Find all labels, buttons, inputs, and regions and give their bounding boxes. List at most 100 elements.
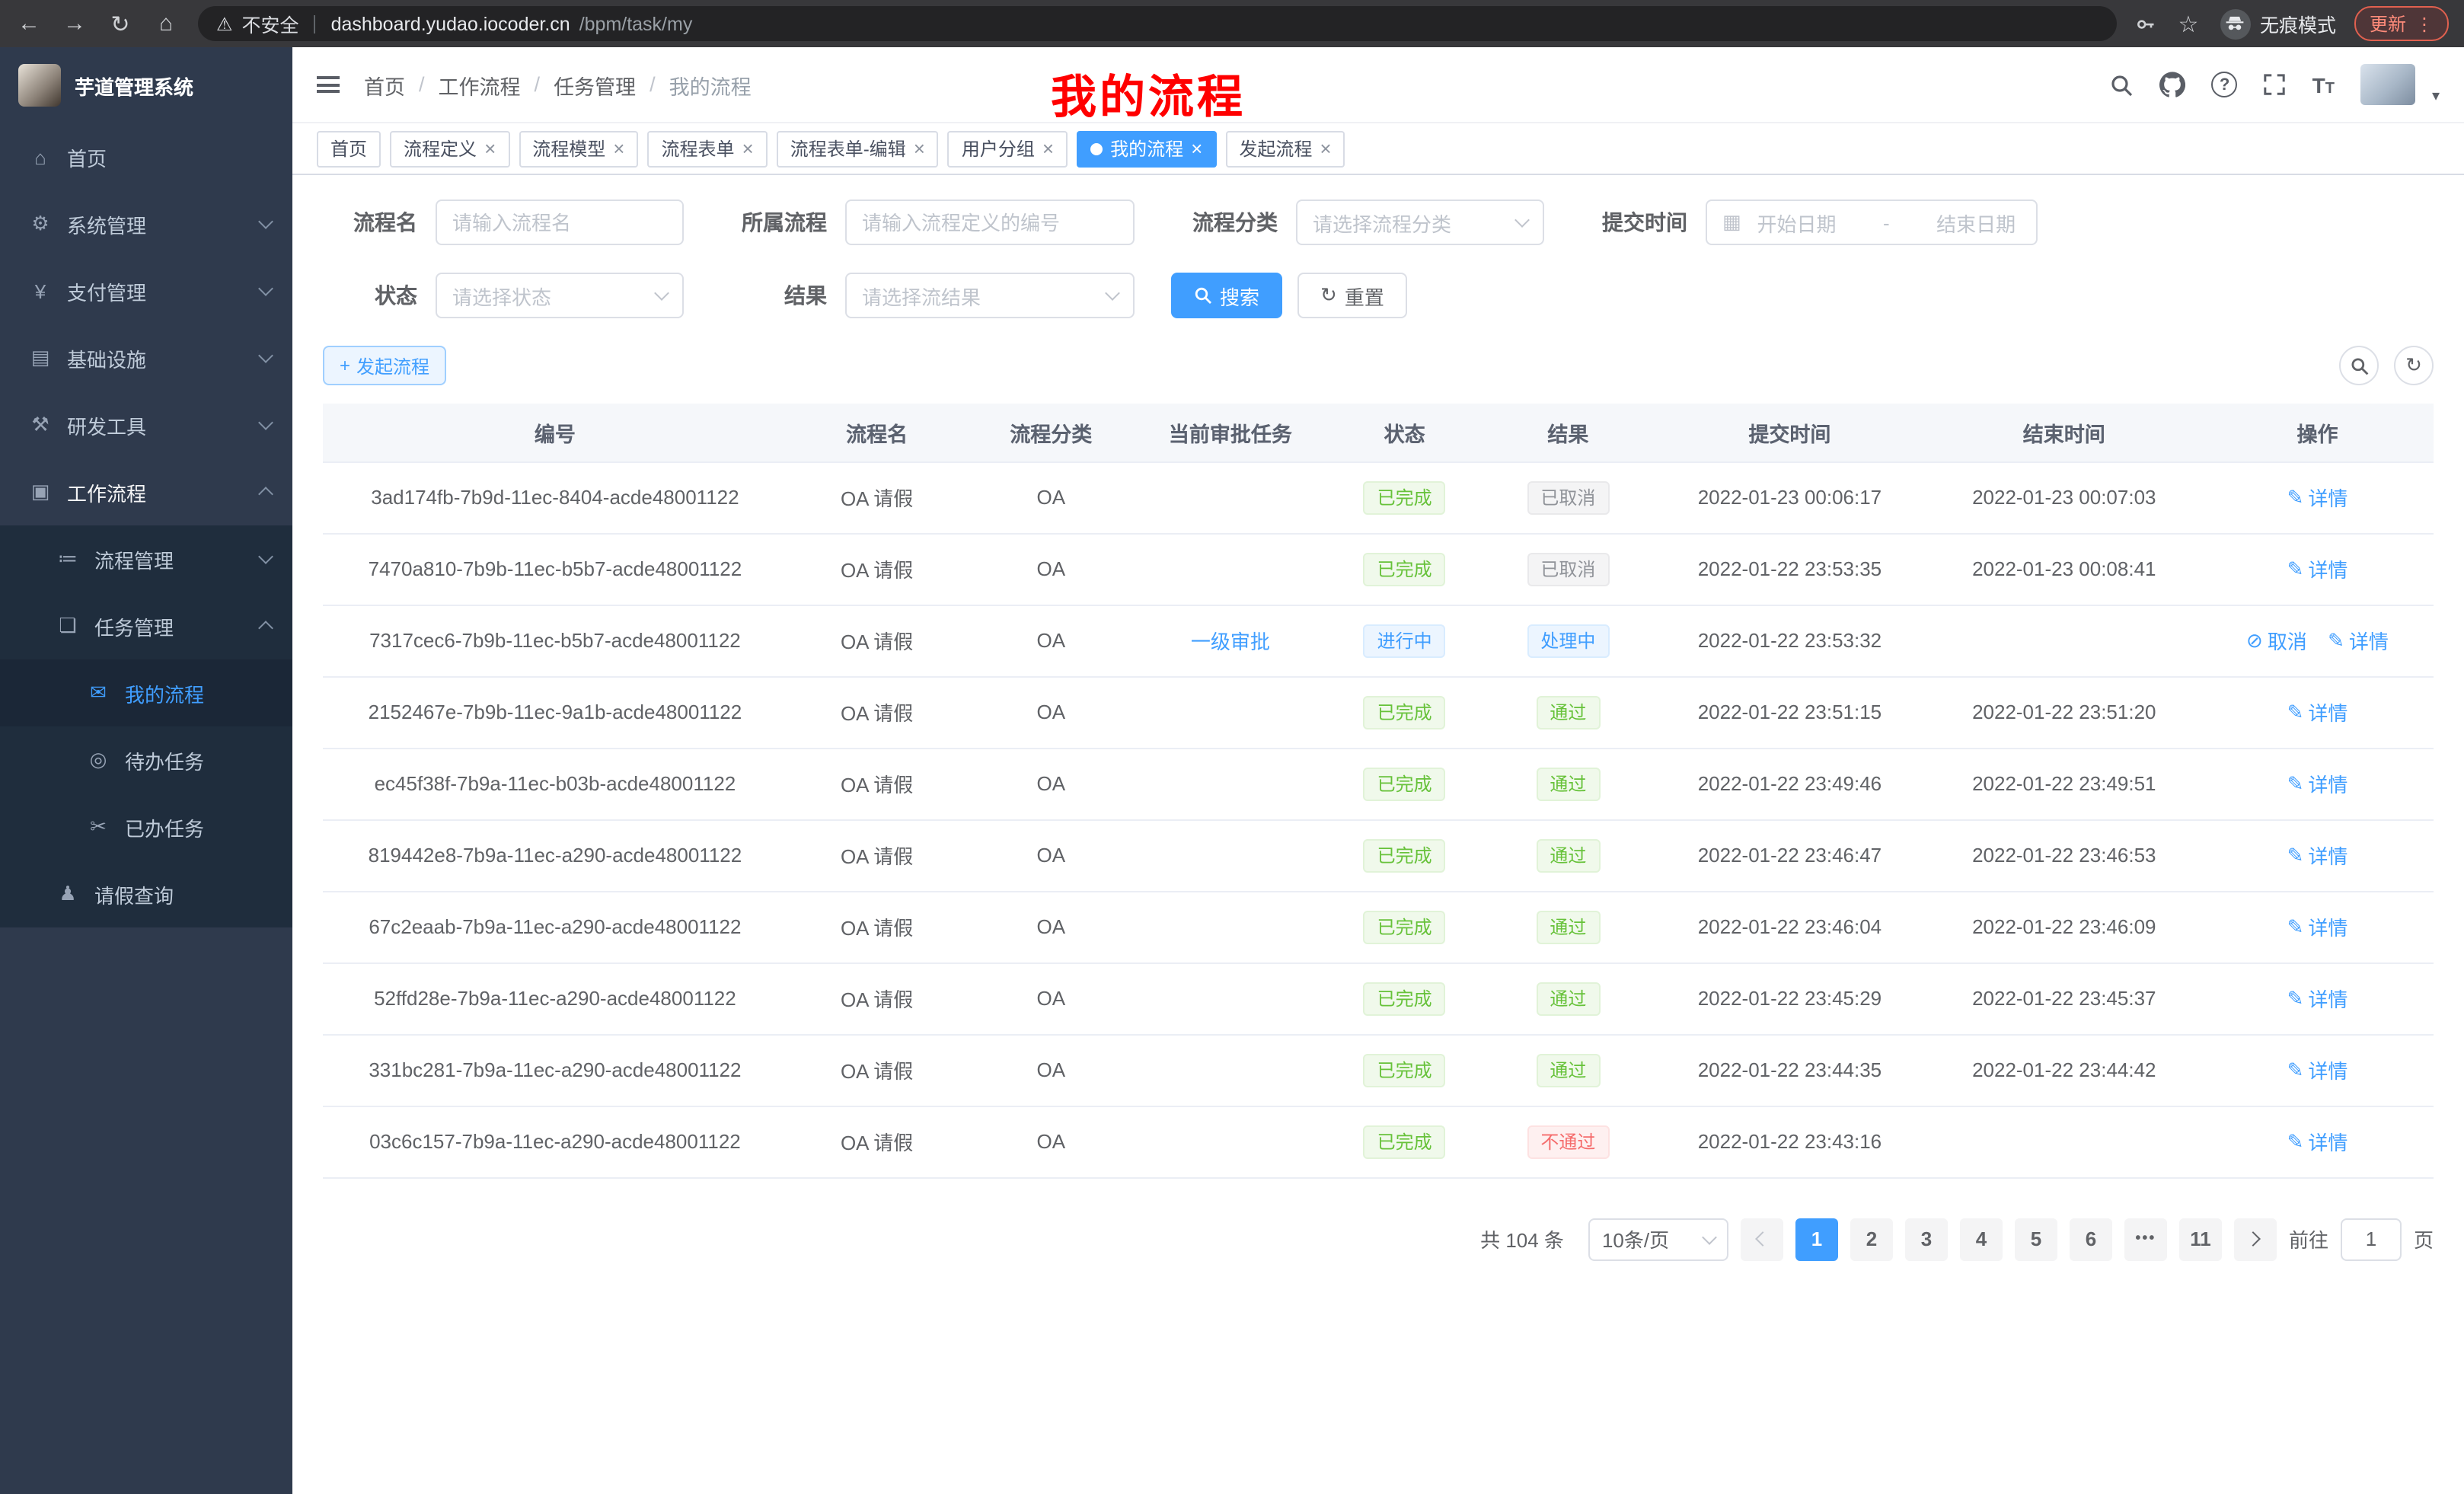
sidebar-item-done-tasks[interactable]: ✂ 已办任务 [0, 793, 292, 860]
detail-action[interactable]: ✎详情 [2287, 1055, 2348, 1084]
detail-action[interactable]: ✎详情 [2287, 769, 2348, 798]
sidebar-item-label: 支付管理 [67, 276, 146, 305]
start-date-placeholder[interactable]: 开始日期 [1752, 208, 1842, 237]
reset-button[interactable]: ↻ 重置 [1297, 273, 1407, 318]
sidebar-item-system-management[interactable]: ⚙ 系统管理 [0, 190, 292, 257]
forward-icon[interactable]: → [61, 11, 88, 37]
help-icon[interactable]: ? [2212, 72, 2238, 97]
sidebar-item-process-management[interactable]: ≔ 流程管理 [0, 525, 292, 592]
incognito-icon [2220, 8, 2251, 39]
kebab-menu-icon[interactable]: ⋮ [2415, 13, 2434, 34]
tab-process-definition[interactable]: 流程定义 × [390, 130, 509, 167]
goto-label: 前往 [2289, 1224, 2328, 1253]
detail-action[interactable]: ✎详情 [2287, 912, 2348, 941]
tab-start-process[interactable]: 发起流程 × [1225, 130, 1345, 167]
tab-my-process[interactable]: 我的流程 × [1077, 130, 1216, 167]
bookmark-star-icon[interactable]: ☆ [2175, 10, 2202, 37]
status-select[interactable]: 请选择状态 [436, 273, 684, 318]
tab-process-model[interactable]: 流程模型 × [519, 130, 638, 167]
prev-page-button[interactable] [1741, 1218, 1783, 1260]
page-button-2[interactable]: 2 [1850, 1218, 1893, 1260]
chevron-down-icon [1514, 212, 1530, 228]
page-button-3[interactable]: 3 [1905, 1218, 1948, 1260]
tab-process-form[interactable]: 流程表单 × [647, 130, 767, 167]
chevron-down-icon[interactable]: ▾ [2432, 88, 2440, 105]
sidebar-item-payment-management[interactable]: ¥ 支付管理 [0, 257, 292, 324]
font-size-icon[interactable]: TT [2312, 72, 2335, 97]
cell-current-task [1135, 819, 1325, 891]
main-area: 我的流程 首页 / 工作流程 / 任务管理 / 我的流程 [292, 47, 2464, 1494]
detail-action[interactable]: ✎详情 [2287, 984, 2348, 1013]
page-button-5[interactable]: 5 [2015, 1218, 2057, 1260]
sidebar-item-my-process[interactable]: ✉ 我的流程 [0, 659, 292, 726]
cell-category: OA [966, 1034, 1135, 1106]
close-icon[interactable]: × [914, 139, 925, 158]
sidebar-item-task-management[interactable]: ❏ 任务管理 [0, 592, 292, 659]
tab-home[interactable]: 首页 [317, 130, 381, 167]
sidebar-item-leave-query[interactable]: ♟ 请假查询 [0, 860, 292, 927]
detail-action[interactable]: ✎详情 [2287, 554, 2348, 583]
detail-action[interactable]: ✎详情 [2287, 483, 2348, 512]
parent-process-input[interactable] [845, 200, 1135, 245]
refresh-table-button[interactable]: ↻ [2394, 346, 2434, 385]
chrome-right-cluster: ☆ 无痕模式 更新 ⋮ [2135, 6, 2449, 41]
app-logo-row[interactable]: 芋道管理系统 [0, 47, 292, 123]
page-size-select[interactable]: 10条/页 [1588, 1218, 1728, 1260]
detail-action[interactable]: ✎详情 [2328, 626, 2389, 655]
goto-page-input[interactable] [2341, 1218, 2402, 1260]
github-icon[interactable] [2160, 72, 2186, 97]
sidebar-item-infrastructure[interactable]: ▤ 基础设施 [0, 324, 292, 391]
sidebar-item-dev-tools[interactable]: ⚒ 研发工具 [0, 391, 292, 458]
password-key-icon[interactable] [2135, 13, 2156, 34]
page-button-11[interactable]: 11 [2179, 1218, 2222, 1260]
process-category-select[interactable]: 请选择流程分类 [1296, 200, 1544, 245]
breadcrumb-item[interactable]: 首页 [364, 69, 405, 100]
end-date-placeholder[interactable]: 结束日期 [1931, 208, 2021, 237]
submit-time-range-picker[interactable]: ▦ 开始日期 - 结束日期 [1706, 200, 2038, 245]
current-task-link[interactable]: 一级审批 [1191, 630, 1270, 653]
page-button-4[interactable]: 4 [1960, 1218, 2003, 1260]
next-page-button[interactable] [2234, 1218, 2277, 1260]
process-name-input[interactable] [436, 200, 684, 245]
breadcrumb-item[interactable]: 工作流程 [439, 69, 521, 100]
close-icon[interactable]: × [1320, 139, 1331, 158]
sidebar-item-workflow[interactable]: ▣ 工作流程 [0, 458, 292, 525]
page-button-1[interactable]: 1 [1795, 1218, 1838, 1260]
close-icon[interactable]: × [613, 139, 624, 158]
cancel-action[interactable]: ⊘取消 [2246, 626, 2307, 655]
security-label[interactable]: 不安全 [242, 9, 299, 38]
sidebar-item-home[interactable]: ⌂ 首页 [0, 123, 292, 190]
col-header-status: 状态 [1326, 404, 1484, 461]
search-toggle-button[interactable] [2339, 346, 2379, 385]
close-icon[interactable]: × [1191, 139, 1202, 158]
close-icon[interactable]: × [484, 139, 496, 158]
detail-action[interactable]: ✎详情 [2287, 1127, 2348, 1156]
create-process-button[interactable]: + 发起流程 [323, 346, 446, 385]
result-select[interactable]: 请选择流结果 [845, 273, 1135, 318]
tab-user-group[interactable]: 用户分组 × [948, 130, 1068, 167]
home-icon[interactable]: ⌂ [152, 11, 180, 37]
detail-action[interactable]: ✎详情 [2287, 841, 2348, 870]
fullscreen-icon[interactable] [2264, 73, 2287, 96]
detail-action[interactable]: ✎详情 [2287, 698, 2348, 726]
sidebar-collapse-icon[interactable] [317, 76, 340, 93]
close-icon[interactable]: × [1042, 139, 1054, 158]
reload-icon[interactable]: ↻ [107, 10, 134, 37]
search-button[interactable]: 搜索 [1171, 273, 1282, 318]
breadcrumb-item[interactable]: 任务管理 [554, 69, 636, 100]
address-bar[interactable]: ⚠ 不安全 dashboard.yudao.iocoder.cn/bpm/tas… [198, 6, 2117, 41]
status-badge: 已完成 [1364, 1053, 1446, 1087]
cell-name: OA 请假 [787, 748, 967, 819]
sidebar-item-todo-tasks[interactable]: ◎ 待办任务 [0, 726, 292, 793]
page-button-6[interactable]: 6 [2070, 1218, 2112, 1260]
update-button[interactable]: 更新 ⋮ [2354, 6, 2449, 41]
cell-submit-time: 2022-01-22 23:43:16 [1652, 1106, 1926, 1177]
search-icon[interactable] [2110, 72, 2134, 97]
cell-current-task [1135, 533, 1325, 605]
back-icon[interactable]: ← [15, 11, 43, 37]
tab-process-form-edit[interactable]: 流程表单-编辑 × [777, 130, 939, 167]
cell-category: OA [966, 1106, 1135, 1177]
more-pages-button[interactable]: ••• [2124, 1218, 2167, 1260]
close-icon[interactable]: × [742, 139, 754, 158]
avatar[interactable] [2360, 64, 2415, 105]
